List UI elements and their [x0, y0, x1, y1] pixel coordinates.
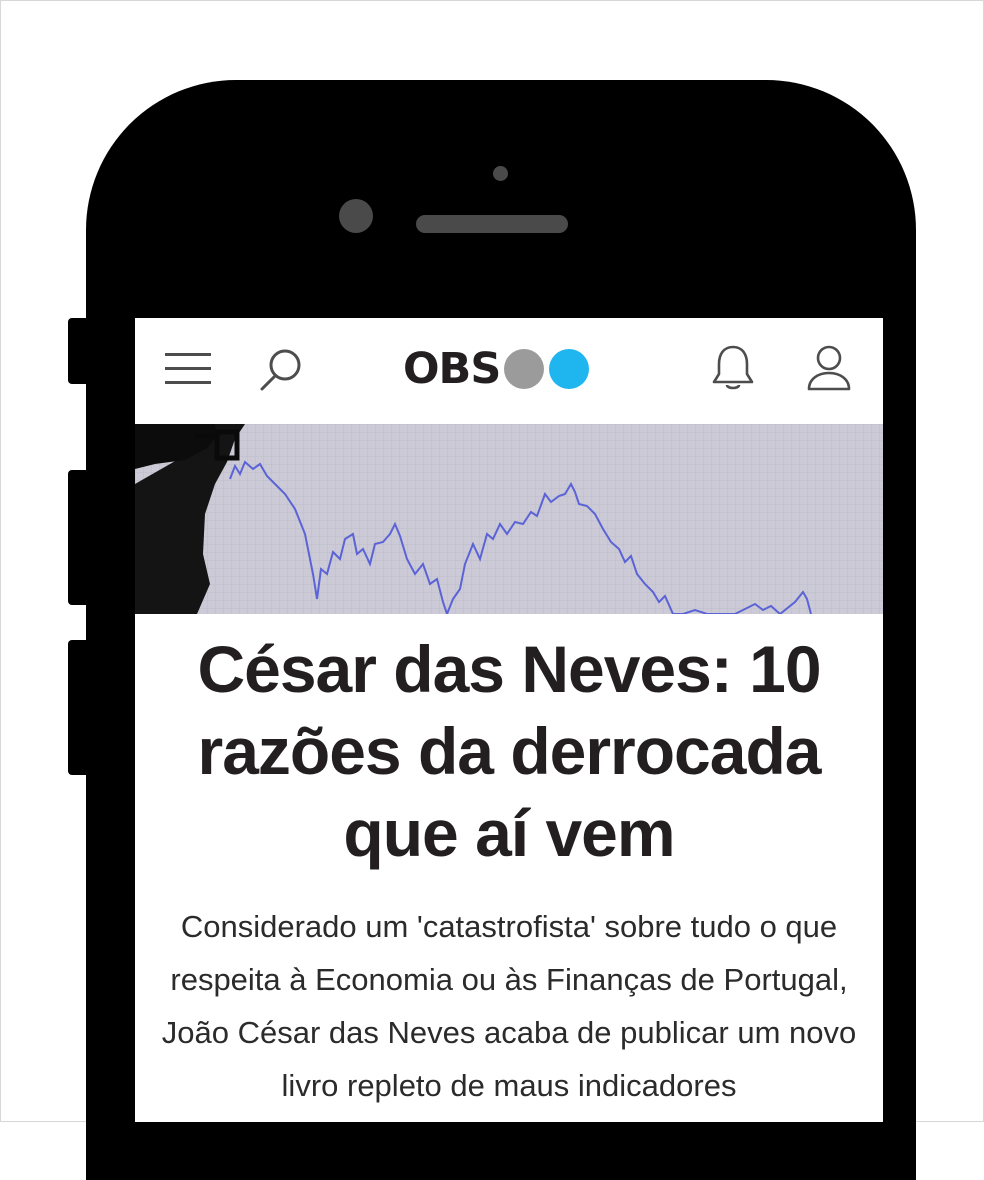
logo-text: OBS [403, 343, 501, 394]
proximity-sensor [493, 166, 508, 181]
article-hero-image[interactable] [135, 424, 883, 617]
logo-dot-blue [549, 349, 590, 389]
search-icon[interactable] [255, 344, 307, 394]
user-icon[interactable] [803, 342, 855, 394]
earpiece-speaker [416, 215, 568, 233]
top-navigation-bar: OBS [135, 318, 883, 424]
logo-dot-gray [504, 349, 545, 389]
obs-logo[interactable]: OBS [403, 343, 590, 394]
bell-icon[interactable] [707, 342, 759, 394]
phone-screen: OBS César das Neves: 10 razões da derroc… [135, 318, 883, 1122]
article-lead: Considerado um 'catastrofista' sobre tud… [161, 909, 857, 1103]
article-headline[interactable]: César das Neves: 10 razões da derrocada … [135, 628, 883, 874]
front-camera [339, 199, 373, 233]
hamburger-menu-icon[interactable] [163, 348, 213, 388]
